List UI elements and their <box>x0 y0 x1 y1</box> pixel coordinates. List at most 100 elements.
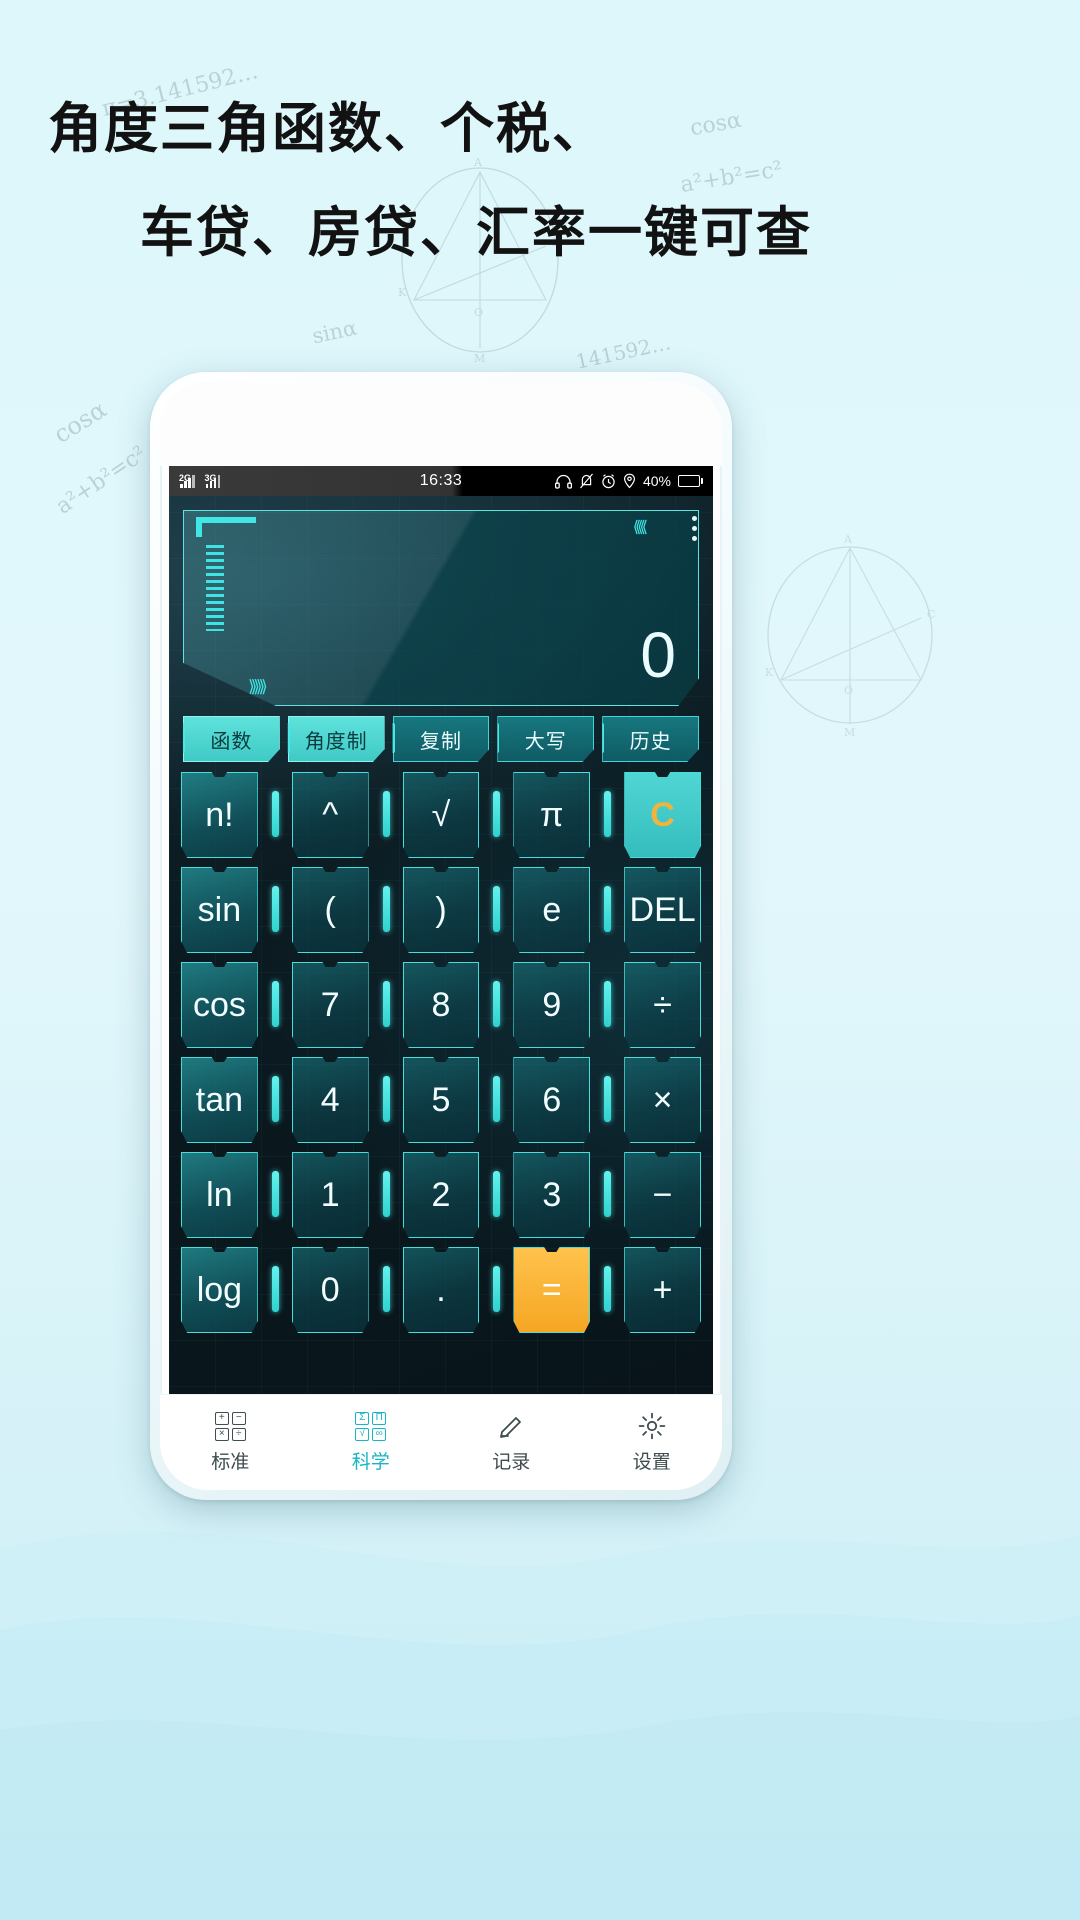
key-5[interactable]: 5 <box>402 1057 480 1143</box>
chip-angle-mode[interactable]: 角度制 <box>287 716 385 762</box>
key-divide[interactable]: ÷ <box>624 962 701 1048</box>
key-log[interactable]: log <box>181 1247 258 1333</box>
svg-text:K: K <box>398 286 407 299</box>
key-3[interactable]: 3 <box>513 1152 591 1238</box>
key-paren-close[interactable]: ) <box>402 867 480 953</box>
key-label: 1 <box>320 1175 340 1214</box>
chip-uppercase-label: 大写 <box>524 730 567 753</box>
key-separator <box>489 973 503 1037</box>
battery-icon <box>678 475 703 487</box>
promo-headline: 角度三角函数、个税、 车贷、房贷、汇率一键可查 <box>0 96 1080 267</box>
key-label: 6 <box>542 1080 562 1119</box>
key-tan[interactable]: tan <box>181 1057 258 1143</box>
key-equals[interactable]: = <box>513 1247 591 1333</box>
key-label: × <box>652 1080 673 1119</box>
nav-item-standard[interactable]: + − × ÷ 标准 <box>160 1411 301 1474</box>
alarm-icon <box>602 473 615 488</box>
display-area: ⟩⟩⟩⟩⟩⟩ ⟨⟨⟨⟨⟨ 0 <box>169 496 713 714</box>
nav-item-science[interactable]: Σ Π √ ∞ 科学 <box>301 1411 442 1474</box>
key-label: − <box>652 1175 673 1214</box>
key-6[interactable]: 6 <box>513 1057 591 1143</box>
key-separator <box>268 783 282 847</box>
calculator-display: ⟩⟩⟩⟩⟩⟩ ⟨⟨⟨⟨⟨ 0 <box>183 510 699 706</box>
geometry-sketch-right: A K C O M <box>765 533 935 739</box>
chip-function-label: 函数 <box>210 730 253 753</box>
key-e[interactable]: e <box>513 867 591 953</box>
display-value: 0 <box>640 619 676 691</box>
key-factorial[interactable]: n! <box>181 772 258 858</box>
chip-angle-mode-label: 角度制 <box>304 730 368 753</box>
key-label: cos <box>192 985 246 1024</box>
overflow-menu-icon[interactable] <box>692 516 697 541</box>
nav-item-record[interactable]: 记录 <box>441 1411 582 1474</box>
chip-history[interactable]: 历史 <box>602 716 699 762</box>
key-label: = <box>541 1270 562 1309</box>
keypad-row: sin ( ) e DEL <box>181 867 701 953</box>
key-label: e <box>542 890 562 929</box>
status-bar: 2G 3G 16:33 40% <box>169 466 713 496</box>
key-minus[interactable]: − <box>624 1152 701 1238</box>
key-power[interactable]: ^ <box>291 772 369 858</box>
keypad-row: ln 1 2 3 − <box>181 1152 701 1238</box>
svg-text:M: M <box>844 726 855 739</box>
key-4[interactable]: 4 <box>291 1057 369 1143</box>
key-separator <box>268 1068 282 1132</box>
function-chip-row: 函数 角度制 复制 大写 历史 <box>169 714 713 772</box>
key-9[interactable]: 9 <box>513 962 591 1048</box>
svg-text:O: O <box>844 684 853 697</box>
key-label: 0 <box>320 1270 340 1309</box>
key-label: 9 <box>542 985 562 1024</box>
gear-icon <box>635 1411 669 1441</box>
key-paren-open[interactable]: ( <box>291 867 369 953</box>
display-ladder-decor-icon <box>206 545 224 631</box>
nav-item-settings[interactable]: 设置 <box>582 1411 723 1474</box>
keypad-row: n! ^ √ π C <box>181 772 701 858</box>
svg-text:M: M <box>474 352 485 365</box>
key-multiply[interactable]: × <box>624 1057 701 1143</box>
key-pi[interactable]: π <box>513 772 591 858</box>
key-label: . <box>436 1270 446 1309</box>
key-decimal[interactable]: . <box>402 1247 480 1333</box>
location-icon <box>623 473 635 489</box>
status-bar-right: 40% <box>554 473 703 489</box>
chip-function[interactable]: 函数 <box>183 716 280 762</box>
key-0[interactable]: 0 <box>291 1247 369 1333</box>
chip-history-label: 历史 <box>629 730 672 753</box>
key-separator <box>600 973 614 1037</box>
key-separator <box>489 1163 503 1227</box>
key-delete[interactable]: DEL <box>624 867 701 953</box>
key-separator <box>268 1163 282 1227</box>
key-plus[interactable]: + <box>624 1247 701 1333</box>
key-separator <box>379 1163 393 1227</box>
key-label: + <box>652 1270 673 1309</box>
mute-bell-icon <box>580 473 593 489</box>
keypad: n! ^ √ π C sin ( ) e DEL cos 7 8 9 ÷ tan… <box>169 772 713 1348</box>
chip-copy[interactable]: 复制 <box>392 716 490 762</box>
key-cos[interactable]: cos <box>181 962 258 1048</box>
key-label: 2 <box>431 1175 451 1214</box>
key-separator <box>600 878 614 942</box>
keypad-row: tan 4 5 6 × <box>181 1057 701 1143</box>
key-separator <box>268 1258 282 1322</box>
display-corner-bracket-icon <box>196 517 256 537</box>
key-1[interactable]: 1 <box>291 1152 369 1238</box>
key-separator <box>489 783 503 847</box>
key-separator <box>379 1068 393 1132</box>
key-label: 3 <box>542 1175 562 1214</box>
key-label: √ <box>431 795 451 834</box>
key-2[interactable]: 2 <box>402 1152 480 1238</box>
key-8[interactable]: 8 <box>402 962 480 1048</box>
display-chevrons-right-icon: ⟨⟨⟨⟨⟨ <box>632 519 648 536</box>
key-separator <box>600 783 614 847</box>
chip-copy-label: 复制 <box>419 730 462 753</box>
key-separator <box>489 1068 503 1132</box>
chip-uppercase[interactable]: 大写 <box>497 716 595 762</box>
key-label: n! <box>205 795 234 834</box>
science-grid-icon: Σ Π √ ∞ <box>354 1411 388 1441</box>
key-clear[interactable]: C <box>624 772 701 858</box>
key-sqrt[interactable]: √ <box>402 772 480 858</box>
key-ln[interactable]: ln <box>181 1152 258 1238</box>
key-7[interactable]: 7 <box>291 962 369 1048</box>
svg-text:C: C <box>927 608 935 621</box>
key-sin[interactable]: sin <box>181 867 258 953</box>
